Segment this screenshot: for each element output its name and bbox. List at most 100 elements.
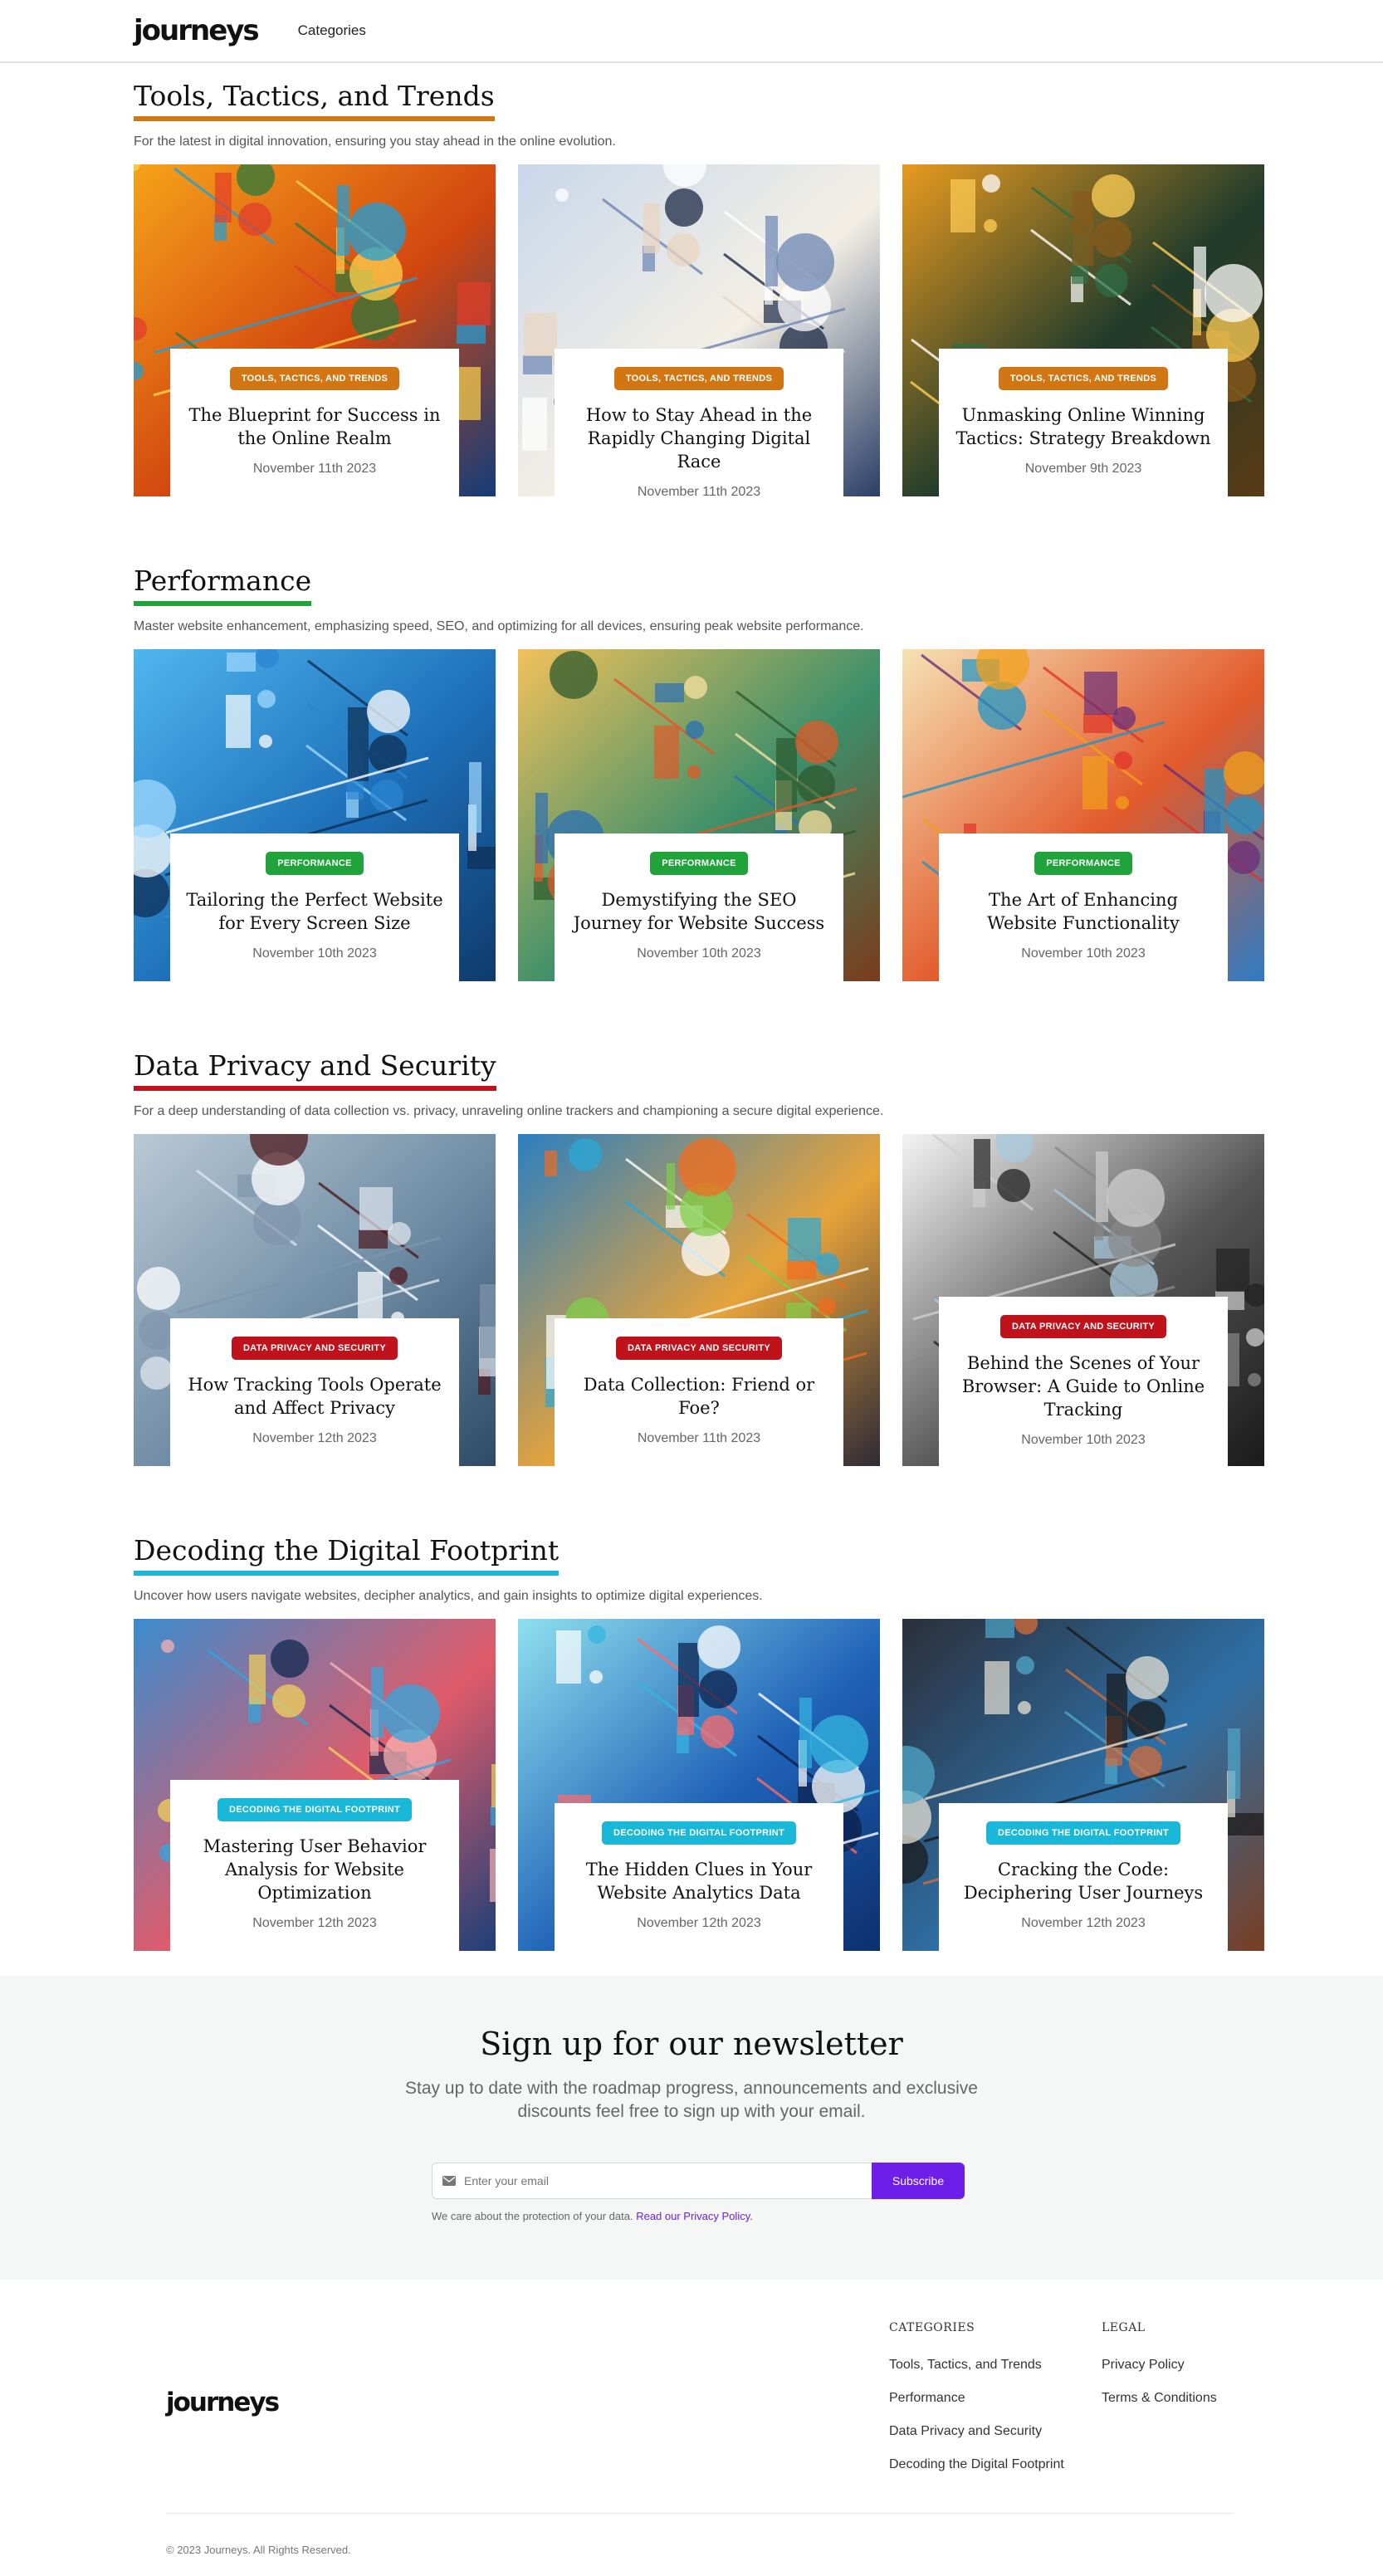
site-footer: journeys CATEGORIES Tools, Tactics, and … — [0, 2280, 1383, 2576]
article-title[interactable]: Tailoring the Perfect Website for Every … — [185, 888, 444, 935]
email-input[interactable] — [464, 2174, 872, 2187]
top-nav-bar: journeys Categories — [0, 0, 1383, 63]
site-logo[interactable]: journeys — [134, 14, 260, 47]
article-date: November 12th 2023 — [252, 1431, 377, 1445]
article-date: November 11th 2023 — [252, 462, 377, 476]
article-title[interactable]: Cracking the Code: Deciphering User Jour… — [954, 1858, 1213, 1904]
card-panel: TOOLS, TACTICS, AND TRENDS How to Stay Ah… — [555, 349, 843, 496]
article-date: November 9th 2023 — [1024, 462, 1142, 476]
privacy-policy-link[interactable]: Read our Privacy Policy. — [636, 2210, 753, 2222]
newsletter-section: Sign up for our newsletter Stay up to da… — [0, 1976, 1383, 2280]
category-badge[interactable]: DECODING THE DIGITAL FOOTPRINT — [602, 1821, 796, 1845]
footer-link-tools[interactable]: Tools, Tactics, and Trends — [889, 2358, 1064, 2373]
article-title[interactable]: Mastering User Behavior Analysis for Web… — [185, 1835, 444, 1904]
subscribe-button[interactable]: Subscribe — [872, 2163, 965, 2199]
category-badge[interactable]: DECODING THE DIGITAL FOOTPRINT — [217, 1798, 412, 1821]
privacy-note-text: We care about the protection of your dat… — [432, 2210, 633, 2222]
section-description: Master website enhancement, emphasizing … — [134, 619, 864, 633]
article-date: November 12th 2023 — [1021, 1916, 1146, 1930]
article-card[interactable]: DATA PRIVACY AND SECURITY Data Collection… — [518, 1134, 880, 1466]
article-card[interactable]: DECODING THE DIGITAL FOOTPRINT The Hidden… — [518, 1619, 880, 1951]
article-title[interactable]: The Hidden Clues in Your Website Analyti… — [569, 1858, 828, 1904]
newsletter-title: Sign up for our newsletter — [480, 2026, 903, 2062]
category-badge[interactable]: TOOLS, TACTICS, AND TRENDS — [998, 367, 1169, 390]
article-card[interactable]: DATA PRIVACY AND SECURITY Behind the Scen… — [902, 1134, 1264, 1466]
article-card[interactable]: DECODING THE DIGITAL FOOTPRINT Cracking t… — [902, 1619, 1264, 1951]
card-grid: TOOLS, TACTICS, AND TRENDS The Blueprint … — [134, 164, 1264, 496]
footer-categories-column: CATEGORIES Tools, Tactics, and Trends Pe… — [889, 2321, 1064, 2490]
footer-logo[interactable]: journeys — [166, 2388, 280, 2417]
email-field-wrapper — [432, 2163, 872, 2199]
article-card[interactable]: PERFORMANCE Demystifying the SEO Journey … — [518, 649, 880, 981]
category-badge[interactable]: DECODING THE DIGITAL FOOTPRINT — [986, 1821, 1180, 1845]
newsletter-form: Subscribe — [432, 2163, 965, 2199]
article-title[interactable]: How Tracking Tools Operate and Affect Pr… — [185, 1373, 444, 1420]
card-panel: DECODING THE DIGITAL FOOTPRINT Mastering … — [170, 1780, 459, 1951]
section-description: For the latest in digital innovation, en… — [134, 134, 616, 149]
article-title[interactable]: The Blueprint for Success in the Online … — [185, 403, 444, 450]
article-card[interactable]: PERFORMANCE The Art of Enhancing Website … — [902, 649, 1264, 981]
section-title[interactable]: Decoding the Digital Footprint — [134, 1534, 560, 1576]
category-badge[interactable]: PERFORMANCE — [266, 852, 364, 875]
card-panel: DECODING THE DIGITAL FOOTPRINT The Hidden… — [555, 1803, 843, 1951]
card-panel: DATA PRIVACY AND SECURITY Behind the Scen… — [939, 1297, 1228, 1466]
card-panel: PERFORMANCE Demystifying the SEO Journey … — [555, 833, 843, 981]
copyright-text: © 2023 Journeys. All Rights Reserved. — [166, 2544, 351, 2556]
section-title[interactable]: Tools, Tactics, and Trends — [134, 80, 495, 121]
article-title[interactable]: Behind the Scenes of Your Browser: A Gui… — [954, 1352, 1213, 1421]
footer-categories-heading: CATEGORIES — [889, 2321, 975, 2334]
category-badge[interactable]: DATA PRIVACY AND SECURITY — [231, 1337, 398, 1360]
article-card[interactable]: DATA PRIVACY AND SECURITY How Tracking To… — [134, 1134, 496, 1466]
article-title[interactable]: Unmasking Online Winning Tactics: Strate… — [954, 403, 1213, 450]
section-tools-tactics-trends: Tools, Tactics, and Trends For the latest… — [134, 80, 1264, 496]
section-title[interactable]: Data Privacy and Security — [134, 1049, 496, 1091]
article-card[interactable]: PERFORMANCE Tailoring the Perfect Website… — [134, 649, 496, 981]
category-badge[interactable]: TOOLS, TACTICS, AND TRENDS — [613, 367, 784, 390]
card-grid: DATA PRIVACY AND SECURITY How Tracking To… — [134, 1134, 1264, 1466]
card-panel: PERFORMANCE Tailoring the Perfect Website… — [170, 833, 459, 981]
footer-link-privacy[interactable]: Data Privacy and Security — [889, 2424, 1064, 2439]
article-title[interactable]: The Art of Enhancing Website Functionali… — [954, 888, 1213, 935]
article-card[interactable]: TOOLS, TACTICS, AND TRENDS Unmasking Onli… — [902, 164, 1264, 496]
article-date: November 10th 2023 — [252, 946, 377, 961]
nav-categories-link[interactable]: Categories — [298, 22, 366, 39]
card-panel: DECODING THE DIGITAL FOOTPRINT Cracking t… — [939, 1803, 1228, 1951]
category-badge[interactable]: DATA PRIVACY AND SECURITY — [999, 1315, 1167, 1338]
article-title[interactable]: Data Collection: Friend or Foe? — [569, 1373, 828, 1420]
footer-legal-column: LEGAL Privacy Policy Terms & Conditions — [1102, 2321, 1217, 2424]
footer-link-footprint[interactable]: Decoding the Digital Footprint — [889, 2457, 1064, 2472]
article-title[interactable]: Demystifying the SEO Journey for Website… — [569, 888, 828, 935]
mail-icon — [442, 2176, 456, 2186]
article-date: November 10th 2023 — [1021, 1433, 1146, 1447]
article-card[interactable]: TOOLS, TACTICS, AND TRENDS How to Stay Ah… — [518, 164, 880, 496]
card-grid: PERFORMANCE Tailoring the Perfect Website… — [134, 649, 1264, 981]
article-title[interactable]: How to Stay Ahead in the Rapidly Changin… — [569, 403, 828, 473]
footer-link-terms[interactable]: Terms & Conditions — [1102, 2391, 1217, 2406]
card-panel: PERFORMANCE The Art of Enhancing Website … — [939, 833, 1228, 981]
newsletter-subtitle: Stay up to date with the roadmap progres… — [405, 2079, 978, 2121]
article-card[interactable]: TOOLS, TACTICS, AND TRENDS The Blueprint … — [134, 164, 496, 496]
footer-divider — [166, 2513, 1232, 2514]
category-badge[interactable]: PERFORMANCE — [650, 852, 748, 875]
article-date: November 10th 2023 — [1021, 946, 1146, 961]
category-badge[interactable]: PERFORMANCE — [1034, 852, 1132, 875]
article-date: November 10th 2023 — [637, 946, 761, 961]
footer-link-privacy-policy[interactable]: Privacy Policy — [1102, 2358, 1217, 2373]
card-panel: TOOLS, TACTICS, AND TRENDS The Blueprint … — [170, 349, 459, 496]
article-date: November 11th 2023 — [637, 485, 761, 496]
article-date: November 12th 2023 — [637, 1916, 761, 1930]
section-performance: Performance Master website enhancement, e… — [134, 565, 1264, 981]
section-title[interactable]: Performance — [134, 565, 312, 606]
footer-link-performance[interactable]: Performance — [889, 2391, 1064, 2406]
article-date: November 11th 2023 — [637, 1431, 761, 1445]
card-grid: DECODING THE DIGITAL FOOTPRINT Mastering … — [134, 1619, 1264, 1951]
article-card[interactable]: DECODING THE DIGITAL FOOTPRINT Mastering … — [134, 1619, 496, 1951]
section-data-privacy-security: Data Privacy and Security For a deep unde… — [134, 1049, 1264, 1466]
section-digital-footprint: Decoding the Digital Footprint Uncover ho… — [134, 1534, 1264, 1951]
privacy-note: We care about the protection of your dat… — [432, 2210, 753, 2222]
card-panel: DATA PRIVACY AND SECURITY Data Collection… — [555, 1318, 843, 1466]
category-badge[interactable]: TOOLS, TACTICS, AND TRENDS — [229, 367, 400, 390]
card-panel: DATA PRIVACY AND SECURITY How Tracking To… — [170, 1318, 459, 1466]
category-badge[interactable]: DATA PRIVACY AND SECURITY — [615, 1337, 783, 1360]
card-panel: TOOLS, TACTICS, AND TRENDS Unmasking Onli… — [939, 349, 1228, 496]
